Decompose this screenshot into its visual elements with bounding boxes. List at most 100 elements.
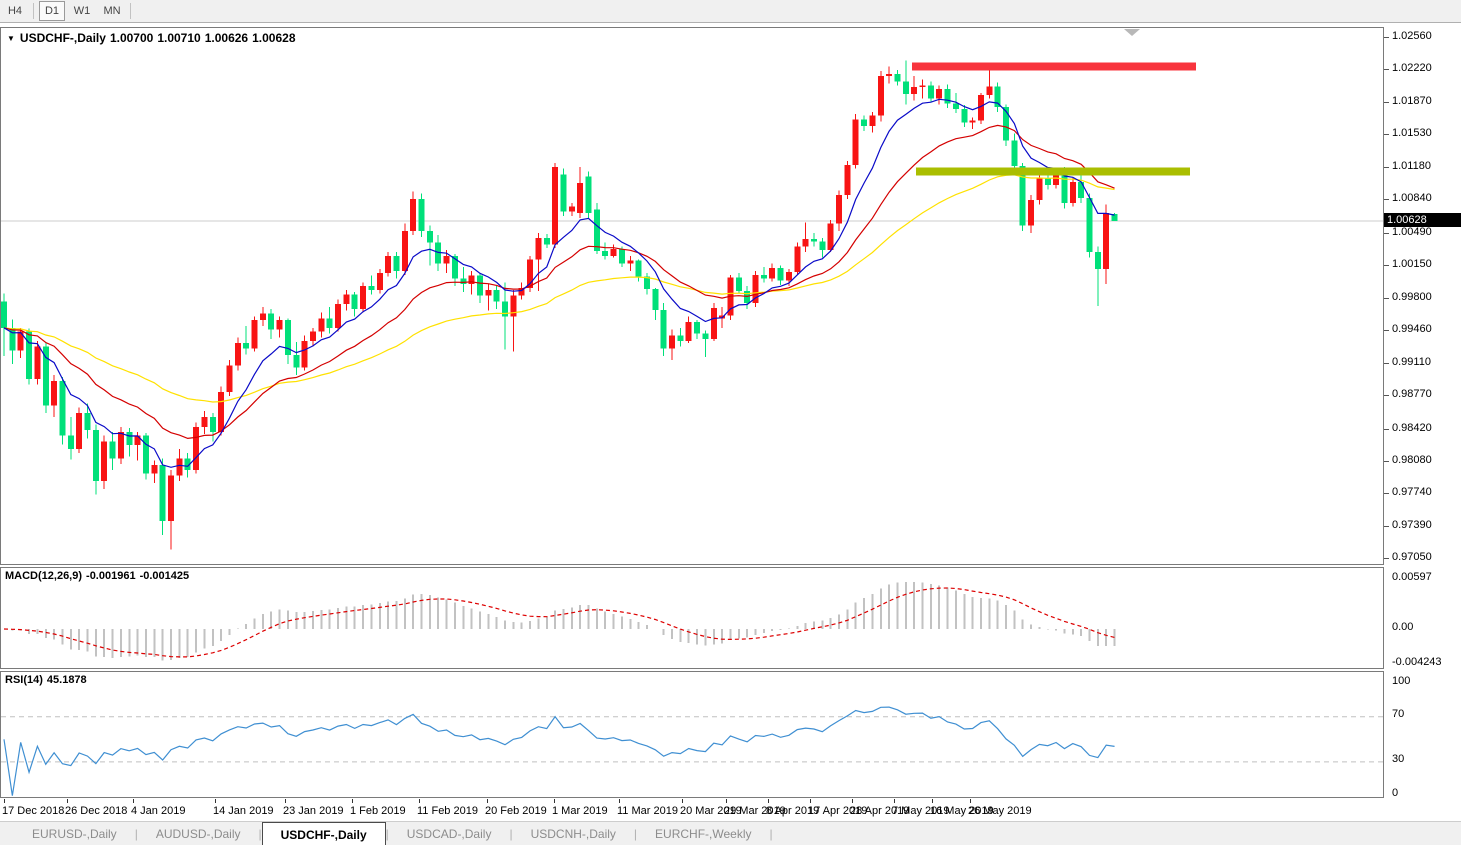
price-tick <box>1384 363 1389 364</box>
price-tick <box>1384 429 1389 430</box>
price-tick <box>1384 233 1389 234</box>
macd-chart[interactable] <box>1 568 1383 668</box>
price-tick <box>1384 102 1389 103</box>
time-axis-label: 20 Feb 2019 <box>485 805 547 817</box>
price-chart-panel[interactable] <box>0 27 1384 565</box>
time-axis-label: 23 Jan 2019 <box>283 805 344 817</box>
price-axis-label: 1.00150 <box>1392 258 1432 270</box>
time-tick <box>768 799 769 803</box>
tab-usdcad-daily[interactable]: USDCAD-,Daily <box>389 822 510 845</box>
time-axis-label: 26 Dec 2018 <box>65 805 128 817</box>
price-axis-label: 0.98080 <box>1392 454 1432 466</box>
price-axis-label: 1.00490 <box>1392 226 1432 238</box>
timeframe-button-mn[interactable]: MN <box>99 1 125 21</box>
price-axis-label: 0.97740 <box>1392 486 1432 498</box>
price-axis-label: 0.99110 <box>1392 356 1431 368</box>
price-axis-label: 0.99460 <box>1392 323 1432 335</box>
price-tick <box>1384 330 1389 331</box>
rsi-chart[interactable] <box>1 672 1383 797</box>
price-tick <box>1384 37 1389 38</box>
price-axis-label: 0.97390 <box>1392 519 1432 531</box>
rsi-axis-label: 0 <box>1392 787 1399 799</box>
price-tick <box>1384 461 1389 462</box>
price-axis-label: 1.01530 <box>1392 127 1432 139</box>
time-axis-label: 1 Feb 2019 <box>350 805 406 817</box>
time-tick <box>970 799 971 803</box>
price-axis-label: 0.98770 <box>1392 388 1432 400</box>
macd-axis-label: 0.00 <box>1392 621 1414 633</box>
price-axis-label: 1.01870 <box>1392 95 1432 107</box>
candlestick-chart[interactable] <box>1 28 1383 564</box>
rsi-axis-label: 30 <box>1392 753 1405 765</box>
tab-audusd-daily[interactable]: AUDUSD-,Daily <box>138 822 259 845</box>
price-tick <box>1384 526 1389 527</box>
current-price-badge: 1.00628 <box>1384 213 1461 227</box>
price-tick <box>1384 298 1389 299</box>
time-tick <box>285 799 286 803</box>
time-tick <box>932 799 933 803</box>
price-axis-label: 1.02220 <box>1392 62 1432 74</box>
time-axis-label: 11 Feb 2019 <box>417 805 478 817</box>
tab-eurusd-daily[interactable]: EURUSD-,Daily <box>14 822 135 845</box>
time-axis-label: 14 Jan 2019 <box>213 805 274 817</box>
price-tick <box>1384 395 1389 396</box>
ohlc-low: 1.00626 <box>204 31 249 45</box>
time-axis-label: 1 Mar 2019 <box>552 805 608 817</box>
mt4-window: H4 D1 W1 MN ▼ USDCHF-,Daily 1.00700 1.00710 1.0… <box>0 0 1461 845</box>
price-tick <box>1384 265 1389 266</box>
price-axis-label: 0.97050 <box>1392 551 1432 563</box>
time-tick <box>726 799 727 803</box>
time-tick <box>894 799 895 803</box>
price-axis-label: 1.00840 <box>1392 192 1432 204</box>
price-axis-label: 1.01180 <box>1392 160 1431 172</box>
macd-axis-label: -0.004243 <box>1392 656 1442 668</box>
price-tick <box>1384 134 1389 135</box>
toolbar-separator <box>130 3 131 19</box>
rsi-label: RSI(14) 45.1878 <box>5 674 87 686</box>
ohlc-open: 1.00700 <box>109 31 154 45</box>
price-tick <box>1384 558 1389 559</box>
time-tick <box>852 799 853 803</box>
chart-tab-bar: EURUSD-,Daily | AUDUSD-,Daily | USDCHF-,Dail… <box>0 821 1461 845</box>
chart-shift-marker-icon[interactable] <box>1124 29 1140 36</box>
time-tick <box>4 799 5 803</box>
time-axis-label: 4 Jan 2019 <box>131 805 186 817</box>
time-tick <box>133 799 134 803</box>
timeframe-toolbar: H4 D1 W1 MN <box>0 0 1461 23</box>
timeframe-button-h4[interactable]: H4 <box>2 1 28 21</box>
time-tick <box>419 799 420 803</box>
time-tick <box>682 799 683 803</box>
time-axis[interactable]: 17 Dec 2018 26 Dec 2018 4 Jan 2019 14 Jan 2… <box>0 799 1384 821</box>
timeframe-button-d1[interactable]: D1 <box>39 1 65 21</box>
timeframe-button-w1[interactable]: W1 <box>69 1 95 21</box>
price-tick <box>1384 493 1389 494</box>
time-tick <box>619 799 620 803</box>
price-axis-label: 0.98420 <box>1392 422 1432 434</box>
time-tick <box>810 799 811 803</box>
tab-usdcnh-daily[interactable]: USDCNH-,Daily <box>513 822 634 845</box>
tab-usdchf-daily[interactable]: USDCHF-,Daily <box>261 822 386 845</box>
chart-title: ▼ USDCHF-,Daily 1.00700 1.00710 1.00626 1.006… <box>7 31 300 45</box>
macd-label: MACD(12,26,9) -0.001961 -0.001425 <box>5 570 190 582</box>
tab-separator: | <box>769 827 773 841</box>
tab-eurchf-weekly[interactable]: EURCHF-,Weekly <box>637 822 769 845</box>
toolbar-separator <box>33 3 34 19</box>
ohlc-high: 1.00710 <box>157 31 201 45</box>
time-tick <box>487 799 488 803</box>
price-tick <box>1384 199 1389 200</box>
time-tick <box>554 799 555 803</box>
rsi-axis-label: 100 <box>1392 675 1411 687</box>
ohlc-close: 1.00628 <box>252 31 296 45</box>
rsi-axis-label: 70 <box>1392 708 1405 720</box>
macd-panel[interactable] <box>0 567 1384 669</box>
time-tick <box>352 799 353 803</box>
rsi-panel[interactable] <box>0 671 1384 798</box>
price-tick <box>1384 167 1389 168</box>
price-axis-label: 1.02560 <box>1392 30 1432 42</box>
time-axis-label: 11 Mar 2019 <box>617 805 678 817</box>
collapse-triangle-icon[interactable]: ▼ <box>7 34 15 43</box>
price-axis-label: 0.99800 <box>1392 291 1432 303</box>
chart-symbol: USDCHF-,Daily <box>19 31 106 45</box>
time-tick <box>67 799 68 803</box>
time-tick <box>215 799 216 803</box>
